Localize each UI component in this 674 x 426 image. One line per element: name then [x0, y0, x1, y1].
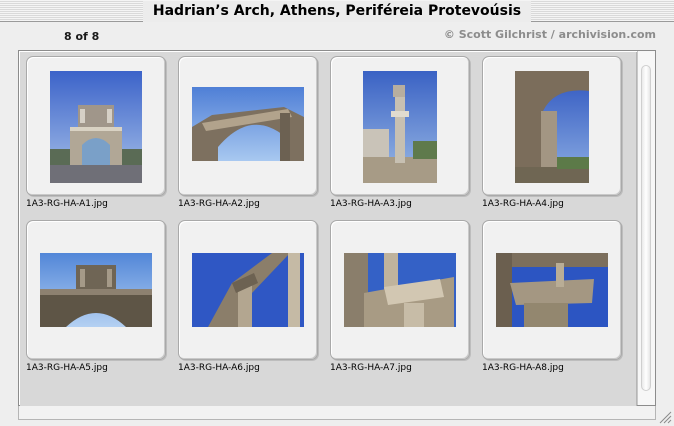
window-title: Hadrian’s Arch, Athens, Periféreia Prote… [142, 1, 532, 22]
thumbnail-filename: 1A3-RG-HA-A2.jpg [178, 199, 260, 209]
thumbnail-item[interactable]: 1A3-RG-HA-A1.jpg [20, 52, 172, 216]
horizontal-scrollbar[interactable] [18, 406, 656, 420]
scrollbar-thumb[interactable] [641, 65, 651, 391]
window-titlebar[interactable]: Hadrian’s Arch, Athens, Periféreia Prote… [0, 0, 674, 22]
thumbnail-filename: 1A3-RG-HA-A7.jpg [330, 363, 412, 373]
image-counter: 8 of 8 [64, 30, 100, 43]
thumbnail-item[interactable]: 1A3-RG-HA-A2.jpg [172, 52, 324, 216]
slide-mount[interactable] [330, 220, 470, 360]
thumbnail-filename: 1A3-RG-HA-A5.jpg [26, 363, 108, 373]
thumbnail-image[interactable] [496, 253, 608, 327]
vertical-scrollbar[interactable] [637, 51, 655, 405]
thumbnail-filename: 1A3-RG-HA-A3.jpg [330, 199, 412, 209]
thumbnail-filename: 1A3-RG-HA-A8.jpg [482, 363, 564, 373]
thumbnail-filename: 1A3-RG-HA-A1.jpg [26, 199, 108, 209]
thumbnail-filename: 1A3-RG-HA-A6.jpg [178, 363, 260, 373]
thumbnail-item[interactable]: 1A3-RG-HA-A8.jpg [476, 216, 628, 380]
slide-mount[interactable] [482, 56, 622, 196]
copyright-credit: © Scott Gilchrist / archivision.com [443, 28, 656, 41]
slide-mount[interactable] [330, 56, 470, 196]
slide-mount[interactable] [178, 220, 318, 360]
thumbnail-image[interactable] [344, 253, 456, 327]
thumbnail-image[interactable] [50, 71, 142, 183]
thumbnail-filename: 1A3-RG-HA-A4.jpg [482, 199, 564, 209]
thumbnail-item[interactable]: 1A3-RG-HA-A6.jpg [172, 216, 324, 380]
window-body: 8 of 8 © Scott Gilchrist / archivision.c… [0, 22, 674, 426]
thumbnail-image[interactable] [363, 71, 437, 183]
slide-mount[interactable] [26, 56, 166, 196]
slide-mount[interactable] [178, 56, 318, 196]
resize-grip-icon[interactable] [658, 410, 672, 424]
thumbnail-image[interactable] [515, 71, 589, 183]
thumbnail-image[interactable] [192, 87, 304, 161]
slide-mount[interactable] [482, 220, 622, 360]
thumbnail-item[interactable]: 1A3-RG-HA-A3.jpg [324, 52, 476, 216]
thumbnail-browser: 1A3-RG-HA-A1.jpg 1A3-RG-HA-A2.jpg 1A3-RG… [18, 50, 656, 406]
thumbnail-grid: 1A3-RG-HA-A1.jpg 1A3-RG-HA-A2.jpg 1A3-RG… [20, 52, 637, 406]
thumbnail-item[interactable]: 1A3-RG-HA-A5.jpg [20, 216, 172, 380]
thumbnail-image[interactable] [192, 253, 304, 327]
thumbnail-item[interactable]: 1A3-RG-HA-A7.jpg [324, 216, 476, 380]
thumbnail-image[interactable] [40, 253, 152, 327]
thumbnail-item[interactable]: 1A3-RG-HA-A4.jpg [476, 52, 628, 216]
slide-mount[interactable] [26, 220, 166, 360]
